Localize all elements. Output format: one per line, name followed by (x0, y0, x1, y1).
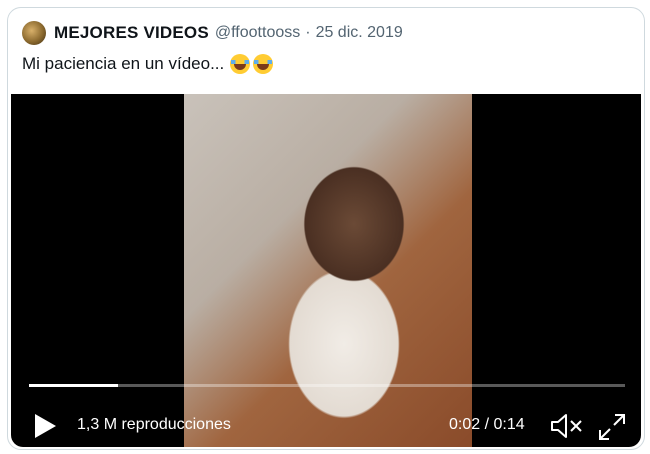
avatar[interactable] (22, 21, 46, 45)
fullscreen-icon[interactable] (597, 412, 627, 442)
video-player[interactable]: 1,3 M reproducciones 0:02 / 0:14 (11, 94, 641, 447)
face-with-tears-of-joy-icon (230, 54, 251, 74)
face-with-tears-of-joy-icon (253, 54, 274, 74)
author-handle[interactable]: @ffoottooss (215, 24, 300, 42)
tweet-text-row: Mi paciencia en un vídeo... (22, 54, 274, 74)
separator: · (305, 24, 311, 41)
tweet-date[interactable]: 25 dic. 2019 (316, 24, 403, 42)
author-name[interactable]: MEJORES VIDEOS (54, 23, 209, 43)
tweet-card[interactable]: MEJORES VIDEOS @ffoottooss · 25 dic. 201… (7, 7, 645, 450)
view-count: 1,3 M reproducciones (77, 416, 231, 433)
video-time: 0:02 / 0:14 (449, 416, 525, 433)
tweet-header: MEJORES VIDEOS @ffoottooss · 25 dic. 201… (22, 21, 403, 45)
volume-muted-icon[interactable] (550, 412, 584, 440)
play-icon[interactable] (33, 413, 57, 439)
progress-fill (29, 384, 119, 387)
progress-bar[interactable] (29, 384, 625, 387)
video-frame[interactable] (184, 94, 472, 447)
tweet-text: Mi paciencia en un vídeo... (22, 54, 225, 73)
